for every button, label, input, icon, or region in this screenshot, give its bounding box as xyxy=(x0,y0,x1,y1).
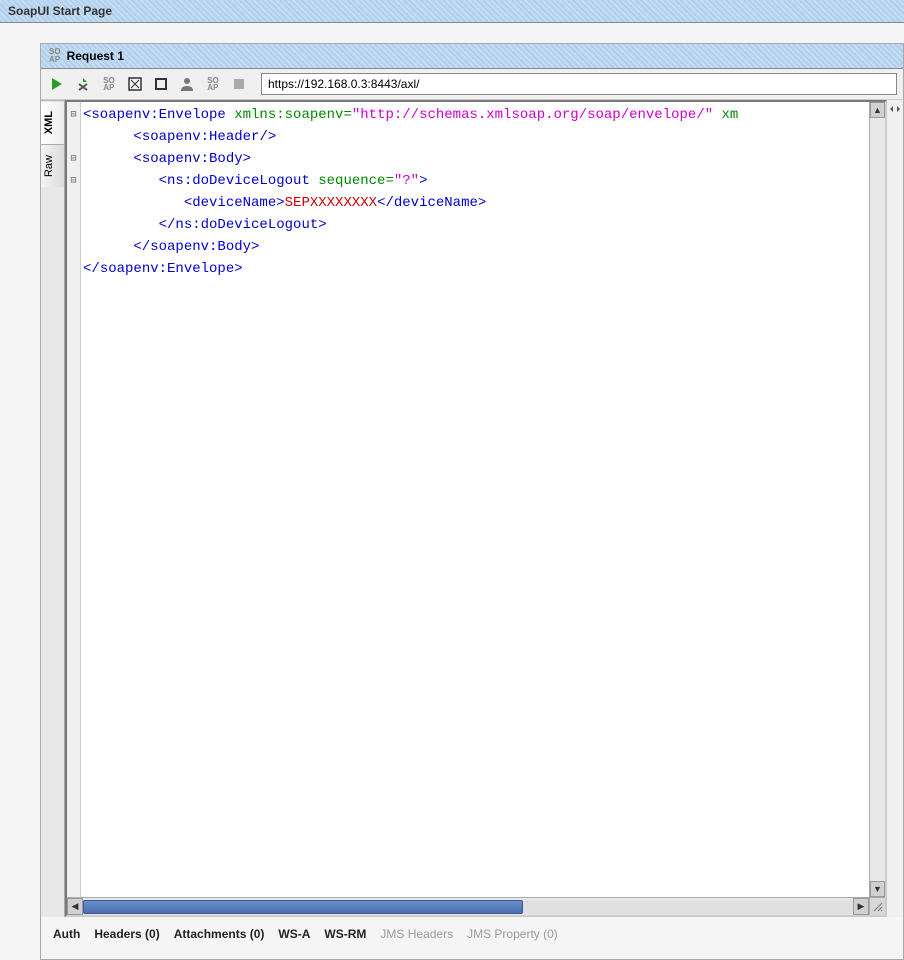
stop-button[interactable] xyxy=(229,74,249,94)
xml-tab[interactable]: XML xyxy=(41,100,64,144)
soap-icon: SOAP xyxy=(49,48,61,64)
toolbar: SOAP SOAP xyxy=(41,69,903,100)
endpoint-url-input[interactable] xyxy=(261,73,897,95)
soap-tool-button-2[interactable]: SOAP xyxy=(203,74,223,94)
request-tab-header[interactable]: SOAP Request 1 xyxy=(41,44,903,69)
xml-editor[interactable]: ⊟ ⊟ ⊟ <soapenv:Envelope xmlns:soapenv="h… xyxy=(65,100,887,917)
scroll-up-icon[interactable]: ▲ xyxy=(870,102,885,118)
add-to-testcase-button[interactable] xyxy=(73,74,93,94)
fold-icon[interactable]: ⊟ xyxy=(67,104,80,126)
tab-jms-headers: JMS Headers xyxy=(380,927,453,941)
outline-button[interactable] xyxy=(151,74,171,94)
scroll-thumb[interactable] xyxy=(83,900,523,914)
fold-spacer xyxy=(67,126,80,148)
create-empty-button[interactable] xyxy=(125,74,145,94)
request-tab-label: Request 1 xyxy=(67,49,124,63)
tab-attachments[interactable]: Attachments (0) xyxy=(174,927,265,941)
raw-tab[interactable]: Raw xyxy=(41,144,64,187)
fold-gutter[interactable]: ⊟ ⊟ ⊟ xyxy=(67,102,81,897)
scroll-left-icon[interactable]: ◀ xyxy=(67,898,83,915)
run-button[interactable] xyxy=(47,74,67,94)
tab-wsa[interactable]: WS-A xyxy=(278,927,310,941)
vertical-scrollbar[interactable]: ▲ ▼ xyxy=(869,102,885,897)
format-side-tabs: XML Raw xyxy=(41,100,65,917)
fold-icon[interactable]: ⊟ xyxy=(67,170,80,192)
tab-auth[interactable]: Auth xyxy=(53,927,80,941)
scroll-track[interactable] xyxy=(83,900,853,914)
request-panel: SOAP Request 1 SOAP SOAP xyxy=(40,43,904,960)
tab-headers[interactable]: Headers (0) xyxy=(94,927,159,941)
resize-corner[interactable] xyxy=(869,898,885,915)
tab-wsrm[interactable]: WS-RM xyxy=(324,927,366,941)
expand-icon[interactable] xyxy=(889,103,901,115)
soap-tool-button-1[interactable]: SOAP xyxy=(99,74,119,94)
fold-icon[interactable]: ⊟ xyxy=(67,148,80,170)
horizontal-scrollbar[interactable]: ◀ ▶ xyxy=(67,898,869,915)
top-title-bar: SoapUI Start Page xyxy=(0,0,904,23)
scroll-down-icon[interactable]: ▼ xyxy=(870,881,885,897)
bottom-tab-bar: Auth Headers (0) Attachments (0) WS-A WS… xyxy=(41,917,903,959)
scroll-right-icon[interactable]: ▶ xyxy=(853,898,869,915)
auth-user-button[interactable] xyxy=(177,74,197,94)
right-gutter xyxy=(887,100,903,917)
code-area[interactable]: <soapenv:Envelope xmlns:soapenv="http://… xyxy=(81,102,869,897)
tab-jms-property: JMS Property (0) xyxy=(467,927,558,941)
